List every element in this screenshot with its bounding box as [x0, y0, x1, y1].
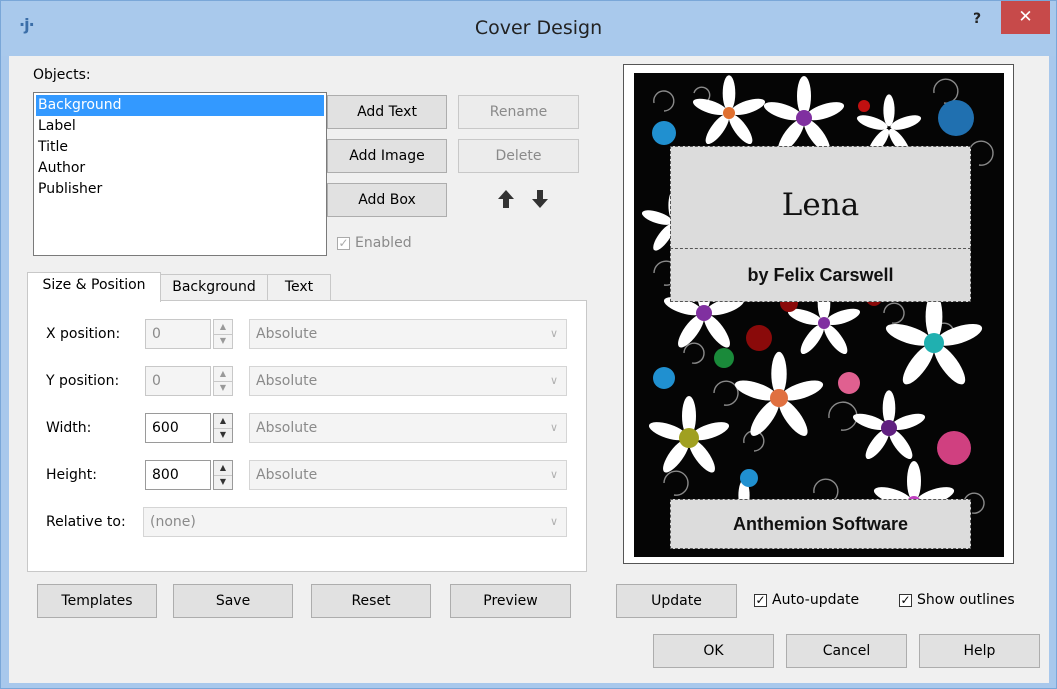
tab-background[interactable]: Background [160, 274, 268, 300]
add-image-button[interactable]: Add Image [327, 139, 447, 173]
cover-publisher-box: Anthemion Software [670, 499, 971, 549]
list-item[interactable]: Author [34, 158, 326, 179]
enabled-label: Enabled [355, 235, 412, 251]
move-up-button[interactable] [494, 188, 518, 212]
objects-list[interactable]: Background Label Title Author Publisher [33, 92, 327, 256]
size-position-panel: X position: 0 ▲ ▼ Absolute ∨ Y position: 0… [27, 300, 587, 572]
delete-button[interactable]: Delete [458, 139, 579, 173]
add-box-button[interactable]: Add Box [327, 183, 447, 217]
close-button[interactable]: ✕ [1001, 1, 1050, 34]
relative-to-value: (none) [150, 514, 196, 530]
list-item[interactable]: Label [34, 116, 326, 137]
cover-publisher: Anthemion Software [732, 514, 908, 534]
save-button[interactable]: Save [173, 584, 293, 618]
window-title: Cover Design [474, 17, 603, 39]
cancel-button[interactable]: Cancel [786, 634, 907, 668]
arrow-down-icon [532, 190, 548, 208]
x-position-spinner[interactable]: ▲ ▼ [213, 319, 233, 349]
dialog-client: Objects: Background Label Title Author P… [9, 56, 1049, 683]
chevron-down-icon: ∨ [549, 515, 558, 528]
height-spinner[interactable]: ▲ ▼ [213, 460, 233, 490]
show-outlines-checkbox[interactable]: ✓ [899, 594, 912, 607]
y-mode-select[interactable]: Absolute ∨ [249, 366, 567, 396]
ok-button[interactable]: OK [653, 634, 774, 668]
auto-update-label: Auto-update [772, 592, 860, 608]
objects-label: Objects: [33, 67, 91, 83]
cover-preview: Lena by Felix Carswell Anthemion Softwar… [623, 64, 1014, 564]
y-mode-value: Absolute [256, 373, 318, 389]
help-button[interactable]: Help [919, 634, 1040, 668]
height-mode-value: Absolute [256, 467, 318, 483]
reset-button[interactable]: Reset [311, 584, 431, 618]
rename-button[interactable]: Rename [458, 95, 579, 129]
move-down-button[interactable] [528, 188, 552, 212]
cover-title-box: Lena [670, 146, 971, 249]
list-item[interactable]: Title [34, 137, 326, 158]
height-label: Height: [46, 467, 97, 483]
cover-author-box: by Felix Carswell [670, 248, 971, 302]
chevron-down-icon: ∨ [549, 327, 558, 340]
cover-image: Lena by Felix Carswell Anthemion Softwar… [634, 73, 1004, 557]
update-button[interactable]: Update [616, 584, 737, 618]
arrow-up-icon [498, 190, 514, 208]
show-outlines-label: Show outlines [917, 592, 1015, 608]
y-position-label: Y position: [46, 373, 120, 389]
x-mode-value: Absolute [256, 326, 318, 342]
preview-button[interactable]: Preview [450, 584, 571, 618]
x-mode-select[interactable]: Absolute ∨ [249, 319, 567, 349]
add-text-button[interactable]: Add Text [327, 95, 447, 129]
width-mode-select[interactable]: Absolute ∨ [249, 413, 567, 443]
cover-author: by Felix Carswell [747, 265, 894, 285]
width-label: Width: [46, 420, 92, 436]
y-position-spinner[interactable]: ▲ ▼ [213, 366, 233, 396]
tab-size-position[interactable]: Size & Position [27, 272, 161, 302]
height-field[interactable]: 800 [145, 460, 211, 490]
title-bar: ·j· Cover Design ? ✕ [1, 1, 1056, 56]
cover-design-window: ·j· Cover Design ? ✕ Objects: Background… [0, 0, 1057, 689]
width-mode-value: Absolute [256, 420, 318, 436]
templates-button[interactable]: Templates [37, 584, 157, 618]
auto-update-checkbox[interactable]: ✓ [754, 594, 767, 607]
chevron-down-icon: ∨ [549, 468, 558, 481]
tab-text[interactable]: Text [267, 274, 331, 300]
list-item[interactable]: Publisher [34, 179, 326, 200]
height-mode-select[interactable]: Absolute ∨ [249, 460, 567, 490]
list-item[interactable]: Background [36, 95, 324, 116]
x-position-field[interactable]: 0 [145, 319, 211, 349]
cover-title: Lena [781, 187, 860, 223]
y-position-field[interactable]: 0 [145, 366, 211, 396]
chevron-down-icon: ∨ [549, 421, 558, 434]
chevron-down-icon: ∨ [549, 374, 558, 387]
width-spinner[interactable]: ▲ ▼ [213, 413, 233, 443]
width-field[interactable]: 600 [145, 413, 211, 443]
relative-to-label: Relative to: [46, 514, 126, 530]
relative-to-select[interactable]: (none) ∨ [143, 507, 567, 537]
help-icon[interactable]: ? [966, 11, 988, 33]
x-position-label: X position: [46, 326, 121, 342]
enabled-checkbox[interactable]: ✓ [337, 237, 350, 250]
